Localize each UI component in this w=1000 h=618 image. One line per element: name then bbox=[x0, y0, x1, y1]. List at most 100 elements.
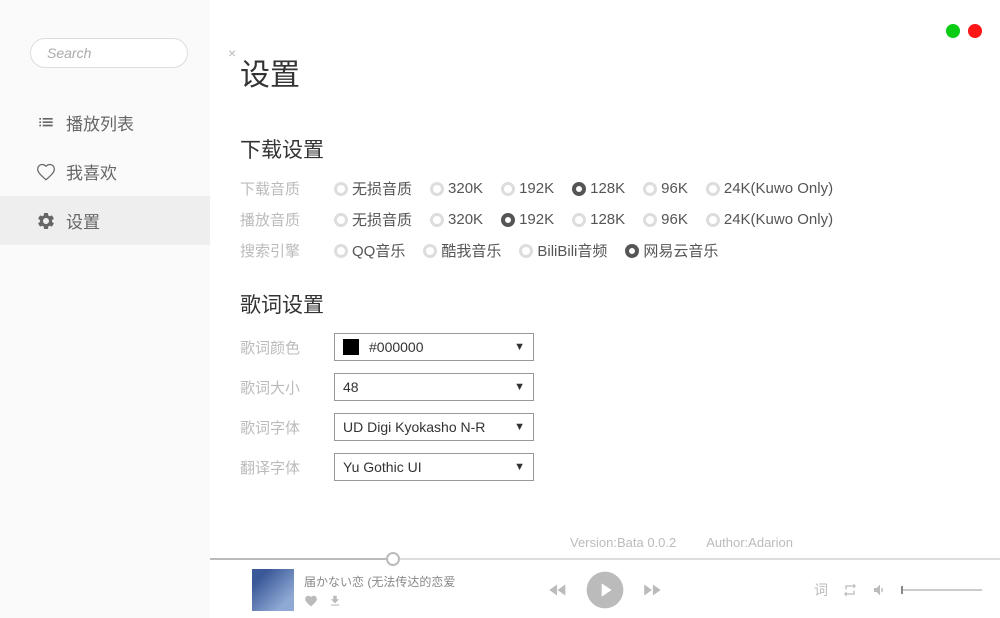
setting-label: 搜索引擎 bbox=[240, 240, 334, 261]
radio-icon bbox=[572, 182, 586, 196]
song-title: 届かない恋 (无法传达的恋爱 bbox=[304, 573, 455, 590]
sidebar-item-playlist[interactable]: 播放列表 bbox=[0, 98, 210, 147]
select-value: UD Digi Kyokasho N-R bbox=[343, 419, 514, 435]
search-input[interactable] bbox=[47, 45, 228, 61]
radio-label: 128K bbox=[590, 211, 625, 228]
download-quality-option[interactable]: 96K bbox=[643, 180, 688, 197]
radio-label: BiliBili音频 bbox=[537, 240, 607, 261]
download-icon[interactable] bbox=[328, 594, 342, 608]
radio-label: 128K bbox=[590, 180, 625, 197]
gear-icon bbox=[36, 211, 56, 231]
song-info: 届かない恋 (无法传达的恋爱 bbox=[304, 573, 455, 608]
radio-label: 无损音质 bbox=[352, 178, 412, 199]
chevron-down-icon: ▼ bbox=[514, 341, 525, 353]
radio-label: 192K bbox=[519, 180, 554, 197]
sidebar-item-settings[interactable]: 设置 bbox=[0, 196, 210, 245]
tfont-select[interactable]: Yu Gothic UI ▼ bbox=[334, 453, 534, 481]
search-engine-option[interactable]: QQ音乐 bbox=[334, 240, 405, 261]
radio-icon bbox=[643, 213, 657, 227]
page-title: 设置 bbox=[240, 50, 970, 94]
font-select[interactable]: UD Digi Kyokasho N-R ▼ bbox=[334, 413, 534, 441]
lyrics-color-row: 歌词颜色 #000000 ▼ bbox=[240, 333, 970, 361]
player-bar: 届かない恋 (无法传达的恋爱 词 bbox=[210, 562, 1000, 618]
color-select[interactable]: #000000 ▼ bbox=[334, 333, 534, 361]
radio-icon bbox=[501, 213, 515, 227]
download-quality-option[interactable]: 128K bbox=[572, 180, 625, 197]
search-box[interactable]: × bbox=[30, 38, 188, 68]
heart-icon[interactable] bbox=[304, 594, 318, 608]
play-quality-option[interactable]: 无损音质 bbox=[334, 209, 412, 230]
chevron-down-icon: ▼ bbox=[514, 381, 525, 393]
play-quality-option[interactable]: 320K bbox=[430, 211, 483, 228]
lyrics-button[interactable]: 词 bbox=[814, 580, 828, 600]
list-icon bbox=[36, 113, 56, 133]
nav-label: 我喜欢 bbox=[66, 159, 117, 184]
play-quality-option[interactable]: 128K bbox=[572, 211, 625, 228]
search-engine-option[interactable]: BiliBili音频 bbox=[519, 240, 607, 261]
radio-label: 酷我音乐 bbox=[441, 240, 501, 261]
download-quality-option[interactable]: 无损音质 bbox=[334, 178, 412, 199]
size-select[interactable]: 48 ▼ bbox=[334, 373, 534, 401]
radio-label: 网易云音乐 bbox=[643, 240, 718, 261]
setting-label: 翻译字体 bbox=[240, 457, 334, 478]
color-swatch bbox=[343, 339, 359, 355]
play-quality-option[interactable]: 24K(Kuwo Only) bbox=[706, 211, 833, 228]
volume-slider[interactable] bbox=[902, 589, 982, 591]
download-quality-row: 下载音质 无损音质320K192K128K96K24K(Kuwo Only) bbox=[240, 178, 970, 199]
radio-icon bbox=[501, 182, 515, 196]
radio-label: 96K bbox=[661, 180, 688, 197]
radio-label: 320K bbox=[448, 211, 483, 228]
chevron-down-icon: ▼ bbox=[514, 421, 525, 433]
nav-label: 播放列表 bbox=[66, 110, 134, 135]
setting-label: 歌词字体 bbox=[240, 417, 334, 438]
search-engine-option[interactable]: 酷我音乐 bbox=[423, 240, 501, 261]
chevron-down-icon: ▼ bbox=[514, 461, 525, 473]
radio-label: 192K bbox=[519, 211, 554, 228]
search-engine-row: 搜索引擎 QQ音乐 酷我音乐 BiliBili音频 网易云音乐 bbox=[240, 240, 970, 261]
radio-label: 320K bbox=[448, 180, 483, 197]
radio-label: 无损音质 bbox=[352, 209, 412, 230]
download-quality-option[interactable]: 24K(Kuwo Only) bbox=[706, 180, 833, 197]
select-value: #000000 bbox=[369, 339, 514, 355]
radio-icon bbox=[519, 244, 533, 258]
radio-label: QQ音乐 bbox=[352, 240, 405, 261]
setting-label: 歌词颜色 bbox=[240, 337, 334, 358]
sidebar-item-favorites[interactable]: 我喜欢 bbox=[0, 147, 210, 196]
version-text: Version:Bata 0.0.2 bbox=[570, 535, 676, 550]
main-content: 设置 下载设置 下载音质 无损音质320K192K128K96K24K(Kuwo… bbox=[210, 0, 1000, 618]
radio-icon bbox=[430, 213, 444, 227]
play-icon[interactable] bbox=[585, 570, 625, 610]
download-quality-option[interactable]: 320K bbox=[430, 180, 483, 197]
search-engine-option[interactable]: 网易云音乐 bbox=[625, 240, 718, 261]
radio-icon bbox=[572, 213, 586, 227]
play-controls bbox=[547, 570, 663, 610]
select-value: Yu Gothic UI bbox=[343, 459, 514, 475]
lyrics-font-row: 歌词字体 UD Digi Kyokasho N-R ▼ bbox=[240, 413, 970, 441]
right-controls: 词 bbox=[814, 580, 982, 600]
radio-icon bbox=[643, 182, 657, 196]
radio-label: 24K(Kuwo Only) bbox=[724, 180, 833, 197]
progress-bar[interactable] bbox=[210, 558, 1000, 560]
volume-icon[interactable] bbox=[872, 582, 888, 598]
play-quality-option[interactable]: 96K bbox=[643, 211, 688, 228]
radio-icon bbox=[334, 182, 348, 196]
lyrics-size-row: 歌词大小 48 ▼ bbox=[240, 373, 970, 401]
repeat-icon[interactable] bbox=[842, 582, 858, 598]
previous-icon[interactable] bbox=[547, 579, 569, 601]
radio-label: 96K bbox=[661, 211, 688, 228]
select-value: 48 bbox=[343, 379, 514, 395]
next-icon[interactable] bbox=[641, 579, 663, 601]
download-quality-option[interactable]: 192K bbox=[501, 180, 554, 197]
play-quality-option[interactable]: 192K bbox=[501, 211, 554, 228]
download-section-title: 下载设置 bbox=[240, 134, 970, 164]
radio-icon bbox=[625, 244, 639, 258]
setting-label: 歌词大小 bbox=[240, 377, 334, 398]
radio-icon bbox=[423, 244, 437, 258]
nav-label: 设置 bbox=[66, 208, 100, 233]
album-art[interactable] bbox=[252, 569, 294, 611]
play-quality-row: 播放音质 无损音质320K192K128K96K24K(Kuwo Only) bbox=[240, 209, 970, 230]
radio-icon bbox=[706, 213, 720, 227]
footer-info: Version:Bata 0.0.2 Author:Adarion bbox=[570, 535, 793, 550]
author-text: Author:Adarion bbox=[706, 535, 793, 550]
lyrics-section-title: 歌词设置 bbox=[240, 289, 970, 319]
